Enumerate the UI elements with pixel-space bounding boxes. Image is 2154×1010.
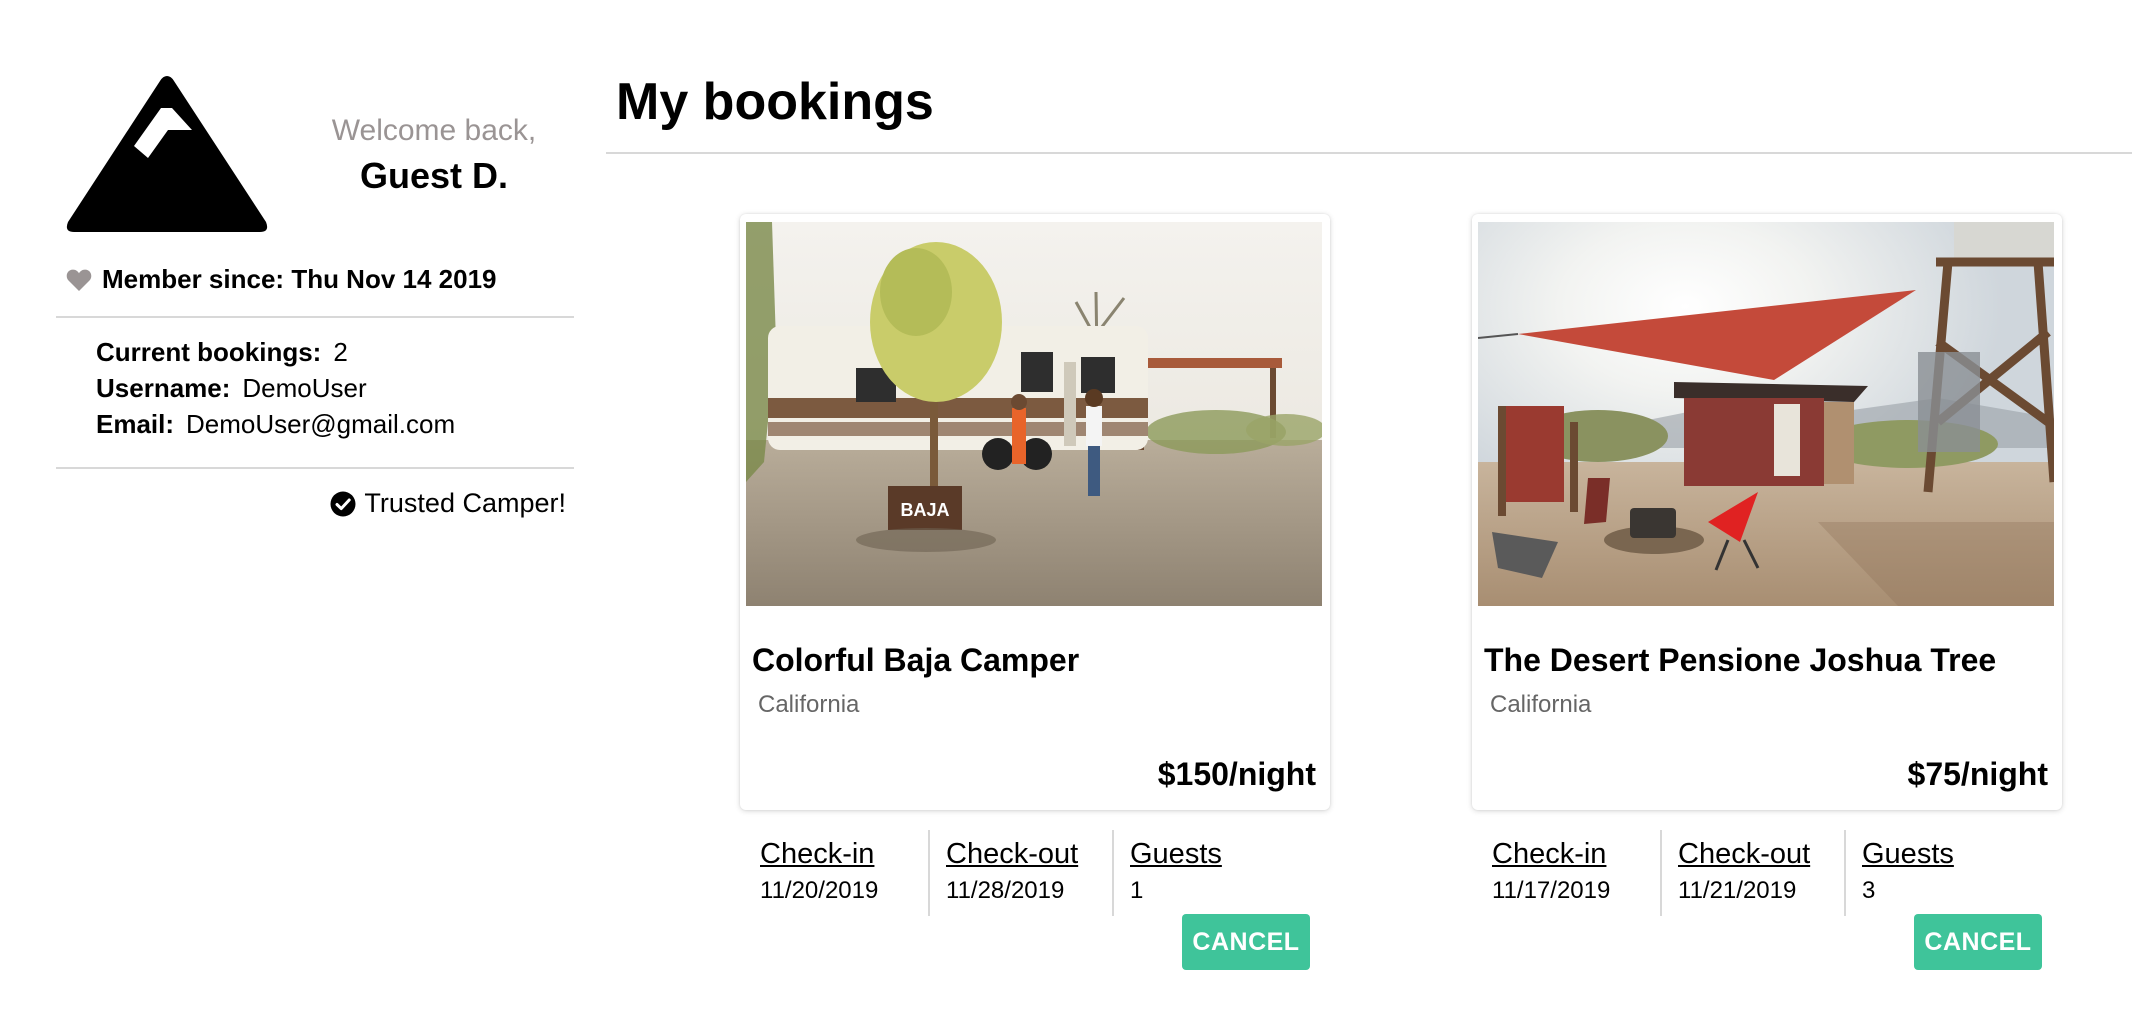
username-label: Username:: [96, 373, 231, 403]
user-name: Guest D.: [359, 155, 509, 196]
listing-location: California: [758, 691, 860, 718]
checkin-col: Check-in 11/17/2019: [1492, 830, 1660, 916]
guests-value: 3: [1862, 877, 1876, 904]
email-value: DemoUser@gmail.com: [186, 409, 456, 439]
divider: [56, 316, 574, 318]
bookings-page: Welcome back, Guest D. Member since: Thu…: [0, 0, 2154, 1010]
checkin-label[interactable]: Check-in: [760, 836, 928, 872]
listing-title[interactable]: Colorful Baja Camper: [752, 640, 1324, 680]
checkout-value: 11/21/2019: [1678, 877, 1797, 904]
guests-value: 1: [1130, 877, 1144, 904]
listing-title[interactable]: The Desert Pensione Joshua Tree: [1484, 640, 2056, 680]
trusted-label: Trusted Camper!: [364, 488, 566, 518]
welcome-block: Welcome back, Guest D.: [300, 112, 568, 198]
listing-card[interactable]: BAJA Colorful Baja Camper California $15…: [740, 214, 1330, 810]
guests-label[interactable]: Guests: [1130, 836, 1262, 872]
checkin-label[interactable]: Check-in: [1492, 836, 1660, 872]
checkout-value: 11/28/2019: [946, 877, 1065, 904]
guests-label[interactable]: Guests: [1862, 836, 1994, 872]
listing-price: $75/night: [1907, 756, 2048, 792]
checkin-value: 11/17/2019: [1492, 877, 1611, 904]
listing-location: California: [1490, 691, 1592, 718]
username-value: DemoUser: [242, 373, 367, 403]
page-title: My bookings: [616, 73, 934, 131]
checkin-col: Check-in 11/20/2019: [760, 830, 928, 916]
listing-photo[interactable]: [1478, 222, 2054, 606]
member-since-label: Member since:: [102, 264, 285, 294]
checkout-label[interactable]: Check-out: [946, 836, 1112, 872]
guests-col: Guests 1: [1112, 830, 1262, 916]
current-bookings-label: Current bookings:: [96, 337, 322, 367]
booking-dates: Check-in 11/17/2019 Check-out 11/21/2019…: [1492, 830, 2062, 916]
booking-dates: Check-in 11/20/2019 Check-out 11/28/2019…: [760, 830, 1330, 916]
email-label: Email:: [96, 409, 175, 439]
user-info: Current bookings: 2 Username: DemoUser Ema…: [96, 334, 455, 442]
booking-item: BAJA Colorful Baja Camper California $15…: [740, 214, 1330, 970]
mountain-logo-icon[interactable]: [64, 72, 270, 236]
divider: [606, 152, 2132, 154]
heart-icon: [66, 269, 92, 291]
listing-photo[interactable]: BAJA: [746, 222, 1322, 606]
checkin-value: 11/20/2019: [760, 877, 879, 904]
cancel-booking-button[interactable]: CANCEL: [1182, 914, 1310, 970]
checkout-col: Check-out 11/28/2019: [928, 830, 1112, 916]
username-row: Username: DemoUser: [96, 370, 455, 406]
email-row: Email: DemoUser@gmail.com: [96, 406, 455, 442]
booking-item: The Desert Pensione Joshua Tree Californ…: [1472, 214, 2062, 970]
listing-price: $150/night: [1157, 756, 1316, 792]
profile-sidebar: Welcome back, Guest D. Member since: Thu…: [0, 0, 600, 1010]
check-circle-icon: [330, 491, 356, 516]
sign-text: BAJA: [900, 500, 949, 520]
checkout-col: Check-out 11/21/2019: [1660, 830, 1844, 916]
guests-col: Guests 3: [1844, 830, 1994, 916]
welcome-text: Welcome back,: [331, 114, 537, 147]
member-since-value: Thu Nov 14 2019: [291, 264, 497, 294]
checkout-label[interactable]: Check-out: [1678, 836, 1844, 872]
cancel-booking-button[interactable]: CANCEL: [1914, 914, 2042, 970]
member-since: Member since: Thu Nov 14 2019: [66, 264, 497, 295]
bookings-main: My bookings BAJA Colorful Baja Camper Ca…: [606, 0, 2132, 1010]
current-bookings-value: 2: [333, 337, 348, 367]
current-bookings-row: Current bookings: 2: [96, 334, 455, 370]
trusted-badge: Trusted Camper!: [330, 488, 566, 519]
divider: [56, 467, 574, 469]
listing-card[interactable]: The Desert Pensione Joshua Tree Californ…: [1472, 214, 2062, 810]
